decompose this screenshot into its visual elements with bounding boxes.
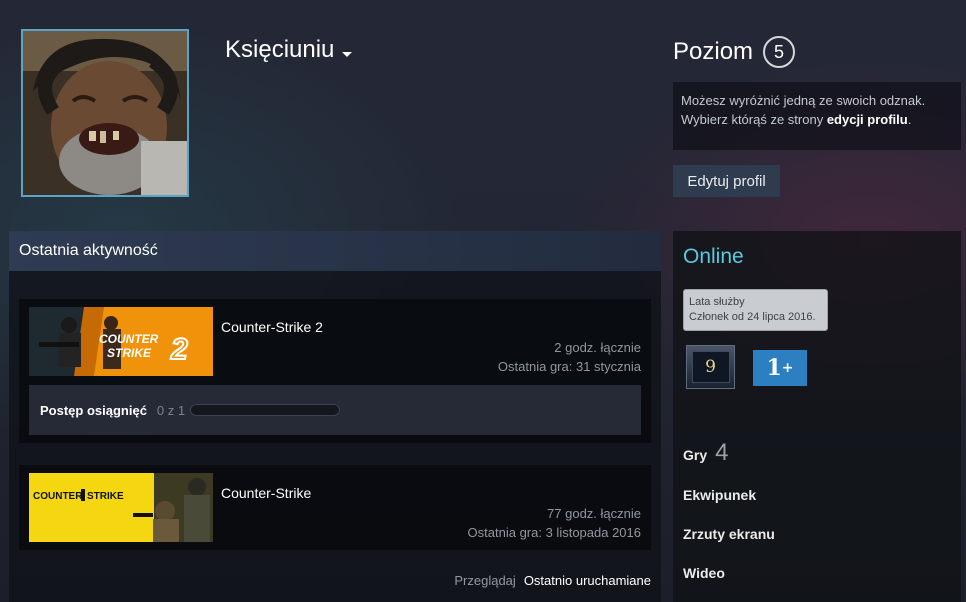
badge-hint-suffix: . bbox=[907, 112, 912, 127]
years-text: Członek od 24 lipca 2016. bbox=[689, 311, 816, 323]
browse-label: Przeglądaj bbox=[454, 573, 516, 588]
level-badge[interactable]: 5 bbox=[763, 36, 796, 68]
games-label: Gry bbox=[683, 447, 708, 463]
game-capsule-cs[interactable]: COUNTER STRIKE bbox=[29, 473, 213, 542]
persona-name: Księciuniu bbox=[225, 36, 335, 63]
badge-hint-line2: Wybierz którąś ze strony edycji profilu. bbox=[681, 110, 953, 129]
game-capsule-cs2[interactable]: COUNTER STRIKE 2 bbox=[29, 307, 213, 376]
game-hours: 77 godz. łącznie bbox=[547, 506, 641, 521]
online-status: Online bbox=[683, 245, 744, 268]
profile-avatar[interactable] bbox=[21, 29, 189, 197]
persona-name-dropdown[interactable]: Księciuniu bbox=[225, 36, 353, 64]
achievement-progress[interactable]: Postęp osiągnięć 0 z 1 bbox=[29, 385, 641, 435]
svg-text:STRIKE: STRIKE bbox=[107, 346, 152, 360]
edit-profile-button[interactable]: Edytuj profil bbox=[673, 165, 780, 197]
recent-activity-panel: Ostatnia aktywność COUNTER STRIKE 2 Coun… bbox=[9, 231, 661, 602]
achievement-progress-bar bbox=[190, 404, 341, 416]
game-hours: 2 godz. łącznie bbox=[554, 340, 641, 355]
edit-profile-link[interactable]: edycji profilu bbox=[827, 112, 908, 127]
badge-hint-line1: Możesz wyróżnić jedną ze swoich odznak. bbox=[681, 93, 926, 108]
badge-one-value: 1 bbox=[766, 355, 782, 381]
profile-level: Poziom 5 bbox=[673, 36, 796, 68]
cs-capsule-image: COUNTER STRIKE bbox=[29, 473, 213, 542]
badge-hint-prefix: Wybierz którąś ze strony bbox=[681, 112, 827, 127]
games-link[interactable]: Gry 4 bbox=[683, 439, 728, 467]
browse-filter: Przeglądaj Ostatnio uruchamiane bbox=[454, 573, 651, 588]
game-card-cs: COUNTER STRIKE Counter-Strike 77 godz. ł… bbox=[19, 465, 651, 550]
recent-activity-title: Ostatnia aktywność bbox=[19, 242, 158, 259]
svg-text:2: 2 bbox=[170, 333, 188, 366]
years-of-service-tooltip: Lata służby Członek od 24 lipca 2016. bbox=[683, 289, 828, 331]
achievement-label: Postęp osiągnięć bbox=[40, 402, 147, 418]
featured-badge-hint: Możesz wyróżnić jedną ze swoich odznak. … bbox=[673, 82, 961, 150]
svg-text:COUNTER: COUNTER bbox=[99, 332, 159, 346]
game-name[interactable]: Counter-Strike 2 bbox=[221, 319, 323, 335]
videos-link[interactable]: Wideo bbox=[683, 565, 725, 581]
level-label: Poziom bbox=[673, 38, 754, 65]
profile-sidebar: Online Lata służby Członek od 24 lipca 2… bbox=[673, 231, 961, 602]
recent-activity-header: Ostatnia aktywność bbox=[9, 231, 661, 271]
browse-recently-played-link[interactable]: Ostatnio uruchamiane bbox=[524, 573, 651, 588]
screenshots-link[interactable]: Zrzuty ekranu bbox=[683, 526, 775, 542]
game-collector-badge[interactable]: 1 + bbox=[753, 350, 807, 386]
years-title: Lata służby bbox=[689, 296, 745, 308]
chevron-down-icon bbox=[342, 51, 353, 57]
achievement-count: 0 z 1 bbox=[156, 402, 186, 418]
avatar-image bbox=[23, 31, 187, 195]
svg-text:STRIKE: STRIKE bbox=[87, 491, 124, 502]
game-name[interactable]: Counter-Strike bbox=[221, 485, 311, 501]
game-card-cs2: COUNTER STRIKE 2 Counter-Strike 2 2 godz… bbox=[19, 299, 651, 443]
game-last-played: Ostatnia gra: 31 stycznia bbox=[497, 359, 641, 374]
svg-text:COUNTER: COUNTER bbox=[33, 491, 83, 502]
badge-one-plus: + bbox=[781, 360, 794, 376]
badge-nine-value: 9 bbox=[691, 351, 730, 383]
game-last-played: Ostatnia gra: 3 listopada 2016 bbox=[467, 525, 641, 540]
years-of-service-badge[interactable]: 9 bbox=[686, 345, 735, 389]
games-count: 4 bbox=[715, 439, 729, 466]
inventory-link[interactable]: Ekwipunek bbox=[683, 487, 756, 503]
cs2-capsule-image: COUNTER STRIKE 2 bbox=[29, 307, 213, 376]
